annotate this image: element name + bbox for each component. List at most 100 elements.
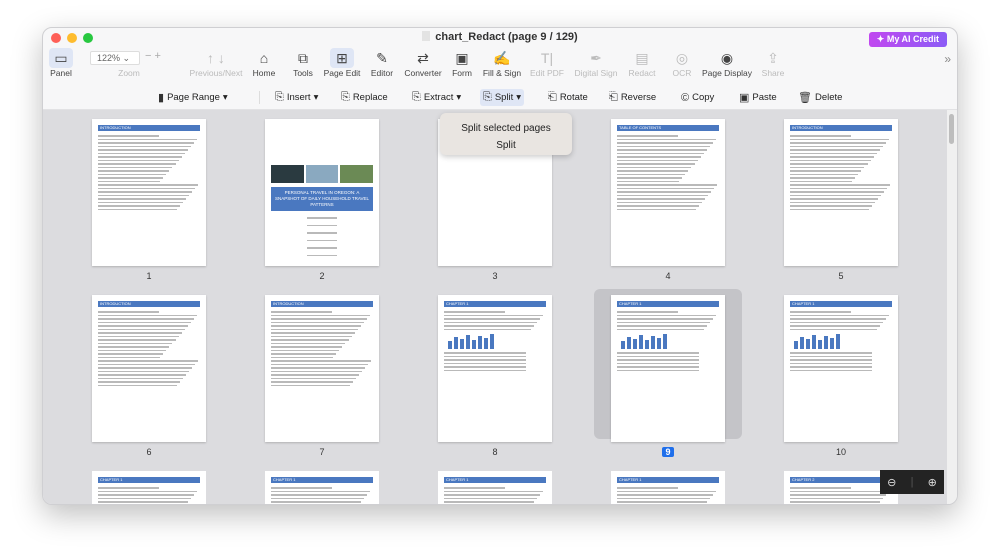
replace-button[interactable]: ⎘ Replace <box>338 89 391 106</box>
extract-icon: ⎘ <box>412 91 421 103</box>
text-line <box>617 366 699 368</box>
page-header: INTRODUCTION <box>98 125 200 131</box>
delete-button[interactable]: 🗑 Delete <box>795 89 845 106</box>
text-line <box>444 318 540 320</box>
page-thumbnail[interactable]: CHAPTER 1 <box>784 295 898 442</box>
page-number: 9 <box>611 447 725 457</box>
text-line <box>271 311 333 313</box>
zoom-in-icon[interactable]: ⊕ <box>928 476 937 489</box>
text-line <box>98 187 195 189</box>
more-tools-icon[interactable]: » <box>944 52 951 66</box>
page-number: 5 <box>784 271 898 281</box>
page-number: 7 <box>265 447 379 457</box>
text-line <box>271 314 370 316</box>
split-button[interactable]: ⎘ Split ▾ <box>480 89 525 106</box>
split-dropdown-menu: Split selected pages Split <box>440 113 572 155</box>
copy-button[interactable]: © Copy <box>678 89 717 106</box>
page-thumbnail[interactable]: CHAPTER 1 <box>92 471 206 504</box>
paste-button[interactable]: ▣ Paste <box>736 89 780 106</box>
text-line <box>617 369 699 371</box>
app-window: chart_Redact (page 9 / 129) ✦ My AI Cred… <box>42 27 958 505</box>
text-line <box>98 201 183 203</box>
ai-credit-button[interactable]: ✦ My AI Credit <box>868 32 947 47</box>
extract-button[interactable]: ⎘ Extract ▾ <box>409 89 464 106</box>
page-number-text: 4 <box>665 271 671 281</box>
text-line <box>98 346 170 348</box>
page-thumbnail[interactable]: INTRODUCTION <box>265 295 379 442</box>
text-line <box>790 321 883 323</box>
text-line <box>98 191 192 193</box>
page-thumbnail[interactable]: PERSONAL TRAVEL IN OREGON: A SNAPSHOT OF… <box>265 119 379 266</box>
scrollbar-thumb[interactable] <box>949 114 954 144</box>
text-line <box>617 135 679 137</box>
window-title: chart_Redact (page 9 / 129) <box>43 31 957 43</box>
page-thumbnail[interactable]: INTRODUCTION <box>92 119 206 266</box>
page-edit-toolbar: ▮ Page Range ▾ ⎘ Insert ▾ ⎘ Replace ⎘ Extrac… <box>43 84 957 110</box>
text-line <box>98 166 173 168</box>
page-thumbnail[interactable]: CHAPTER 1 <box>438 295 552 442</box>
text-line <box>617 362 699 364</box>
share-icon: ⇪ <box>767 50 779 66</box>
reverse-button[interactable]: ⎗ Reverse <box>606 89 659 106</box>
text-line <box>617 355 699 357</box>
page-range-button[interactable]: ▮ Page Range ▾ <box>155 89 231 106</box>
page-thumbnail[interactable]: CHAPTER 1 <box>265 471 379 504</box>
text-line <box>98 328 185 330</box>
text-line <box>617 205 699 207</box>
text-line <box>790 170 862 172</box>
extract-label: Extract <box>423 92 454 103</box>
page-thumbnail[interactable]: CHAPTER 1 <box>611 471 725 504</box>
text-line <box>98 339 176 341</box>
text-line <box>98 318 194 320</box>
chart-figure <box>794 333 888 349</box>
text-line <box>790 163 868 165</box>
text-line <box>98 142 194 144</box>
page-thumbnail[interactable]: INTRODUCTION <box>784 119 898 266</box>
toolbar-share[interactable]: ⇪ Share <box>743 48 803 78</box>
text-line <box>617 138 716 140</box>
toolbar-zoom[interactable]: Zoom <box>99 48 159 78</box>
text-line <box>444 497 537 499</box>
text-line <box>444 311 506 313</box>
page-header: CHAPTER 1 <box>98 477 200 483</box>
page-header: CHAPTER 1 <box>617 477 719 483</box>
text-line <box>271 321 364 323</box>
zoom-out-icon[interactable]: ⊖ <box>887 476 896 489</box>
insert-icon: ⎘ <box>275 91 284 103</box>
text-line <box>790 208 869 210</box>
page-grid: INTRODUCTION 1 PERSONAL TRAVEL IN OREGON: … <box>43 110 949 504</box>
insert-label: Insert <box>286 92 311 103</box>
text-line <box>617 352 699 354</box>
page-thumbnail[interactable]: CHAPTER 1 <box>438 471 552 504</box>
text-line <box>306 239 338 241</box>
zoom-controls: ⊖ | ⊕ <box>880 470 944 494</box>
insert-button[interactable]: ⎘ Insert ▾ <box>272 89 321 106</box>
page-header: CHAPTER 1 <box>271 477 373 483</box>
page-number: 6 <box>92 447 206 457</box>
text-line <box>444 325 534 327</box>
rotate-button[interactable]: ⎗ Rotate <box>545 89 591 106</box>
text-line <box>790 184 890 186</box>
page-thumbnail[interactable]: CHAPTER 1 <box>611 295 725 442</box>
scrollbar[interactable] <box>947 110 957 504</box>
page-thumbnail[interactable]: INTRODUCTION <box>92 295 206 442</box>
paste-label: Paste <box>752 92 777 103</box>
menu-item-split[interactable]: Split <box>440 137 572 154</box>
menu-item-split-selected[interactable]: Split selected pages <box>440 120 572 137</box>
text-line <box>271 374 359 376</box>
toolbar-panel[interactable]: ▭ Panel <box>43 48 91 78</box>
text-line <box>98 349 167 351</box>
page-range-icon: ▮ <box>158 92 165 104</box>
page-thumbnail[interactable]: TABLE OF CONTENTS <box>611 119 725 266</box>
text-line <box>790 359 872 361</box>
text-line <box>271 494 367 496</box>
text-line <box>98 501 188 503</box>
text-line <box>271 342 346 344</box>
text-line <box>790 497 883 499</box>
reverse-icon: ⎗ <box>609 91 618 103</box>
replace-label: Replace <box>352 92 388 103</box>
page-header: CHAPTER 1 <box>444 477 546 483</box>
page-number: 3 <box>438 271 552 281</box>
text-line <box>306 217 338 219</box>
text-line <box>98 321 191 323</box>
